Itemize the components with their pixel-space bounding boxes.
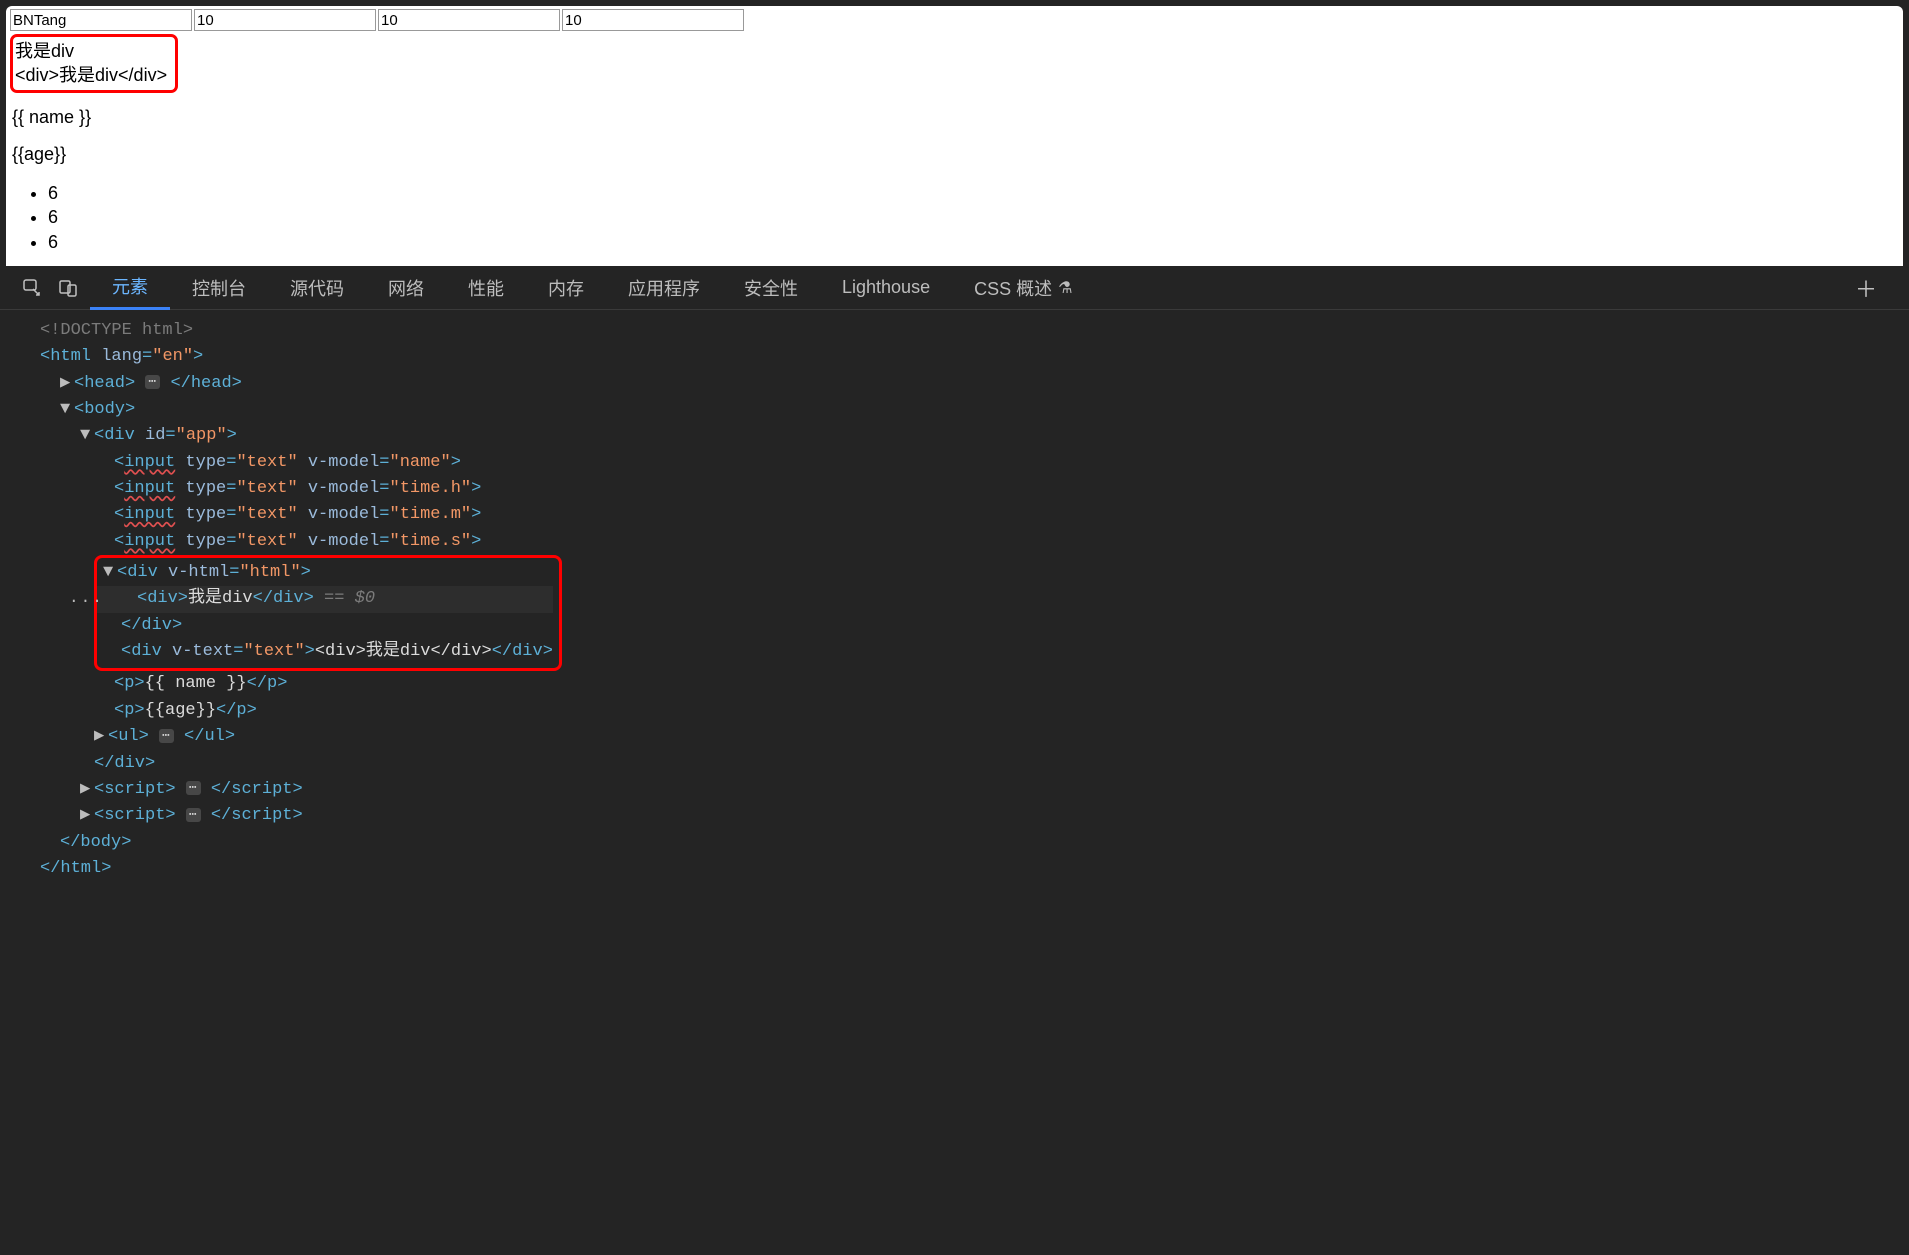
tab-memory[interactable]: 内存 (526, 266, 606, 310)
tree-line[interactable]: <div v-text="text"><div>我是div</div></div… (97, 639, 553, 665)
tab-network[interactable]: 网络 (366, 266, 446, 310)
vtext-output: <div>我是div</div> (15, 63, 167, 87)
tree-line[interactable]: ▶<script> ⋯ </script> (40, 803, 1909, 829)
tab-console[interactable]: 控制台 (170, 266, 268, 310)
ellipsis-icon[interactable]: ⋯ (145, 375, 160, 389)
tree-line[interactable]: <input type="text" v-model="time.s"> (40, 529, 1909, 555)
p-name: {{ name }} (12, 107, 1903, 128)
tree-line[interactable]: ▶<script> ⋯ </script> (40, 777, 1909, 803)
dom-tree[interactable]: <!DOCTYPE html> <html lang="en"> ▶<head>… (0, 310, 1909, 902)
tab-performance[interactable]: 性能 (446, 266, 526, 310)
tree-line[interactable]: </html> (40, 856, 1909, 882)
tab-application[interactable]: 应用程序 (606, 266, 722, 310)
time-h-input[interactable] (194, 9, 376, 31)
devtools-panel: 元素 控制台 源代码 网络 性能 内存 应用程序 安全性 Lighthouse … (0, 266, 1909, 902)
time-m-input[interactable] (378, 9, 560, 31)
tree-line[interactable]: <!DOCTYPE html> (40, 318, 1909, 344)
tree-line[interactable]: <p>{{age}}</p> (40, 698, 1909, 724)
tree-line[interactable]: <p>{{ name }}</p> (40, 671, 1909, 697)
vhtml-output: 我是div (15, 39, 167, 63)
tree-line-selected[interactable]: <div>我是div</div> == $0 (97, 586, 553, 612)
name-input[interactable] (10, 9, 192, 31)
tree-line[interactable]: <html lang="en"> (40, 344, 1909, 370)
tree-line[interactable]: ▶<ul> ⋯ </ul> (40, 724, 1909, 750)
ellipsis-icon[interactable]: ⋯ (159, 729, 174, 743)
tab-sources[interactable]: 源代码 (268, 266, 366, 310)
flask-icon: ⚗ (1058, 278, 1072, 298)
inspect-icon[interactable] (18, 274, 46, 302)
input-row (6, 6, 1903, 31)
devtools-tabbar: 元素 控制台 源代码 网络 性能 内存 应用程序 安全性 Lighthouse … (0, 266, 1909, 310)
device-toggle-icon[interactable] (54, 274, 82, 302)
ellipsis-icon[interactable]: ⋯ (186, 808, 201, 822)
tree-line[interactable]: </body> (40, 830, 1909, 856)
tree-line[interactable]: <input type="text" v-model="name"> (40, 450, 1909, 476)
time-s-input[interactable] (562, 9, 744, 31)
tree-line[interactable]: ▼<div v-html="html"> (97, 560, 553, 586)
tab-css-overview[interactable]: CSS 概述⚗ (952, 266, 1094, 310)
p-age: {{age}} (12, 144, 1903, 165)
more-tabs-button[interactable]: ＋ (1841, 272, 1891, 304)
tree-line[interactable]: ▼<div id="app"> (40, 423, 1909, 449)
tree-line[interactable]: <input type="text" v-model="time.m"> (40, 502, 1909, 528)
rendered-page: 我是div <div>我是div</div> {{ name }} {{age}… (6, 6, 1903, 266)
annotation-red-box-page: 我是div <div>我是div</div> (10, 34, 178, 93)
tree-line[interactable]: </div> (40, 751, 1909, 777)
list-item: 6 (48, 181, 1903, 206)
tree-line[interactable]: ▶<head> ⋯ </head> (40, 371, 1909, 397)
tree-line[interactable]: ▼<body> (40, 397, 1909, 423)
list: 6 6 6 (20, 181, 1903, 255)
list-item: 6 (48, 205, 1903, 230)
ellipsis-icon[interactable]: ⋯ (186, 781, 201, 795)
tab-elements[interactable]: 元素 (90, 266, 170, 310)
tree-line[interactable]: </div> (97, 613, 553, 639)
list-item: 6 (48, 230, 1903, 255)
tree-line[interactable]: <input type="text" v-model="time.h"> (40, 476, 1909, 502)
annotation-red-box-code: ▼<div v-html="html"> <div>我是div</div> ==… (94, 555, 1909, 671)
tab-security[interactable]: 安全性 (722, 266, 820, 310)
tab-lighthouse[interactable]: Lighthouse (820, 266, 952, 310)
